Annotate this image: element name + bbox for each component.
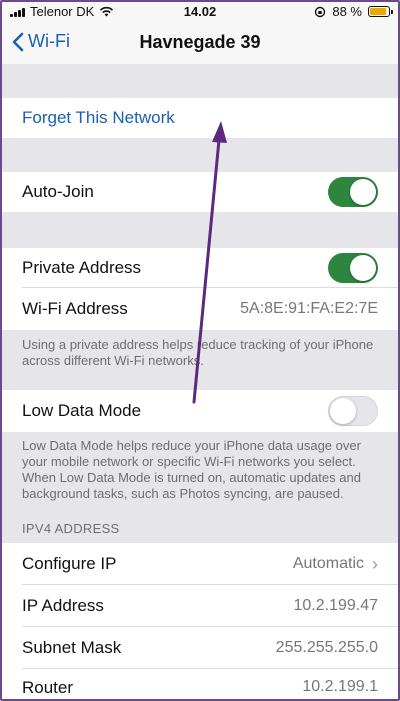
subnet-mask-label: Subnet Mask: [22, 638, 122, 657]
low-data-label: Low Data Mode: [22, 401, 142, 420]
toggle-knob: [350, 179, 376, 205]
configure-ip-value: Automatic: [292, 555, 364, 572]
subnet-mask-row: Subnet Mask 255.255.255.0: [0, 627, 400, 669]
chevron-right-icon: ›: [372, 553, 378, 574]
wifi-address-label: Wi-Fi Address: [22, 299, 128, 318]
orientation-lock-icon: [315, 6, 326, 17]
auto-join-toggle[interactable]: [328, 177, 378, 207]
router-label: Router: [22, 678, 74, 697]
low-data-note: Low Data Mode helps reduce your iPhone d…: [0, 432, 400, 510]
toggle-knob: [350, 255, 376, 281]
section-gap: [0, 138, 400, 172]
status-right: 88 %: [314, 4, 393, 19]
forget-network-button[interactable]: Forget This Network: [22, 108, 175, 128]
auto-join-row: Auto-Join: [0, 172, 400, 212]
low-data-row: Low Data Mode: [0, 390, 400, 432]
page-title: Havnegade 39: [139, 32, 261, 52]
subnet-mask-value: 255.255.255.0: [275, 639, 378, 656]
toggle-knob: [330, 398, 356, 424]
private-address-note: Using a private address helps reduce tra…: [0, 330, 400, 390]
private-address-toggle[interactable]: [328, 253, 378, 283]
configure-ip-row[interactable]: Configure IP Automatic ›: [0, 543, 400, 585]
battery-icon: [368, 6, 393, 17]
wifi-address-row: Wi-Fi Address 5A:8E:91:FA:E2:7E: [0, 288, 400, 330]
low-data-toggle[interactable]: [328, 396, 378, 426]
ip-address-label: IP Address: [22, 596, 104, 615]
nav-bar: Wi-Fi Havnegade 39: [0, 24, 400, 64]
status-bar: Telenor DK 14.02 88 %: [0, 0, 400, 24]
router-value: 10.2.199.1: [302, 678, 378, 695]
section-gap: [0, 212, 400, 248]
section-gap: [0, 64, 400, 98]
ip-address-value: 10.2.199.47: [293, 597, 378, 614]
auto-join-label: Auto-Join: [22, 182, 94, 201]
private-address-row: Private Address: [0, 248, 400, 288]
private-address-label: Private Address: [22, 258, 142, 277]
forget-network-row[interactable]: Forget This Network: [0, 98, 400, 138]
router-row: Router 10.2.199.1: [0, 669, 400, 701]
ip-address-row: IP Address 10.2.199.47: [0, 585, 400, 627]
configure-ip-label: Configure IP: [22, 554, 117, 573]
battery-fill: [370, 8, 386, 15]
ipv4-header: IPV4 ADDRESS: [22, 521, 120, 536]
battery-percent: 88 %: [332, 4, 362, 19]
wifi-address-value: 5A:8E:91:FA:E2:7E: [240, 300, 378, 317]
